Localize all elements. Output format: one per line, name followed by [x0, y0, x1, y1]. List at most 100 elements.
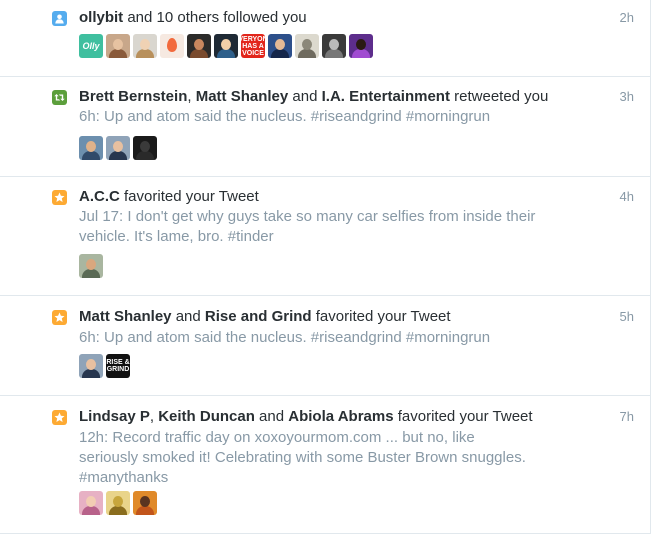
avatar-row: RISE & GRIND — [79, 354, 130, 378]
action-text: and 10 others followed you — [123, 9, 307, 26]
tweet-line: seriously smoked it! Celebrating with so… — [79, 449, 526, 466]
avatar-row — [79, 491, 157, 515]
avatar-body — [298, 49, 316, 58]
joiner-text: and — [254, 408, 289, 425]
avatar-6[interactable] — [214, 34, 238, 58]
user-name-link[interactable]: A.C.C — [79, 188, 120, 205]
retweet-icon — [52, 90, 67, 105]
user-name-link[interactable]: Keith Duncan — [158, 408, 255, 425]
rise-grind-avatar[interactable]: RISE & GRIND — [106, 354, 130, 378]
user-name-link[interactable]: Rise and Grind — [205, 308, 312, 325]
avatar-body — [136, 151, 154, 160]
action-text: retweeted you — [449, 88, 549, 105]
avatar-row — [79, 136, 157, 160]
avatar-8[interactable] — [268, 34, 292, 58]
avatar-face — [86, 359, 96, 370]
avatar-2[interactable] — [106, 34, 130, 58]
joiner-text: , — [149, 408, 159, 425]
everyone-avatar[interactable]: EVERYONE HAS A VOICE — [241, 34, 265, 58]
user-name-link[interactable]: ollybit — [79, 9, 123, 26]
tweet-line: 12h: Record traffic day on xoxoyourmom.c… — [79, 429, 475, 446]
keith-avatar[interactable] — [106, 491, 130, 515]
timestamp[interactable]: 3h — [620, 88, 634, 106]
tweet-text[interactable]: 12h: Record traffic day on xoxoyourmom.c… — [79, 428, 559, 488]
timestamp[interactable]: 7h — [620, 408, 634, 426]
action-text: favorited your Tweet — [119, 188, 259, 205]
avatar-3[interactable] — [133, 34, 157, 58]
brett-avatar[interactable] — [79, 136, 103, 160]
tweet-text[interactable]: 6h: Up and atom said the nucleus. #risea… — [79, 328, 559, 348]
avatar-face — [140, 141, 150, 152]
notification-headline: Brett Bernstein, Matt Shanley and I.A. E… — [79, 87, 548, 107]
avatar-face — [113, 39, 123, 50]
avatar-body — [109, 151, 127, 160]
avatar-body — [190, 49, 208, 58]
notifications-feed: ollybit and 10 others followed you 2h Olly… — [0, 0, 651, 534]
matt-avatar[interactable] — [79, 354, 103, 378]
ia-avatar[interactable] — [133, 136, 157, 160]
avatar-body — [82, 506, 100, 515]
notification-item[interactable]: Brett Bernstein, Matt Shanley and I.A. E… — [0, 77, 650, 177]
notification-item[interactable]: A.C.C favorited your Tweet 4h Jul 17: I do… — [0, 177, 650, 296]
notification-item[interactable]: Lindsay P, Keith Duncan and Abiola Abram… — [0, 396, 650, 534]
egg-shape — [167, 38, 177, 52]
avatar-face — [302, 39, 312, 50]
joiner-text: and — [288, 88, 322, 105]
avatar-row: Olly EVERYONE HAS A VOICE — [79, 34, 373, 58]
notification-item[interactable]: ollybit and 10 others followed you 2h Olly… — [0, 0, 650, 77]
joiner-text: and — [171, 308, 205, 325]
timestamp[interactable]: 5h — [620, 308, 634, 326]
avatar-body — [136, 49, 154, 58]
tweet-line: 6h: Up and atom said the nucleus. #risea… — [79, 329, 491, 346]
avatar-body — [217, 49, 235, 58]
avatar-face — [113, 496, 123, 507]
avatar-body — [109, 49, 127, 58]
action-text: favorited your Tweet — [311, 308, 451, 325]
notification-headline: Matt Shanley and Rise and Grind favorite… — [79, 307, 451, 327]
notification-headline: Lindsay P, Keith Duncan and Abiola Abram… — [79, 407, 533, 427]
user-name-link[interactable]: Matt Shanley — [196, 88, 289, 105]
avatar-face — [140, 39, 150, 50]
avatar-11[interactable] — [349, 34, 373, 58]
olly-avatar[interactable]: Olly — [79, 34, 103, 58]
avatar-9[interactable] — [295, 34, 319, 58]
joiner-text: , — [187, 88, 196, 105]
avatar-body — [136, 506, 154, 515]
avatar-face — [356, 39, 366, 50]
tweet-line: vehicle. It's lame, bro. #tinder — [79, 228, 274, 245]
timestamp[interactable]: 4h — [620, 188, 634, 206]
tweet-text[interactable]: 6h: Up and atom said the nucleus. #risea… — [79, 107, 559, 127]
user-name-link[interactable]: Brett Bernstein — [79, 88, 187, 105]
notification-item[interactable]: Matt Shanley and Rise and Grind favorite… — [0, 296, 650, 396]
avatar-face — [275, 39, 285, 50]
tweet-line: 6h: Up and atom said the nucleus. #risea… — [79, 108, 491, 125]
tweet-line: #manythanks — [79, 469, 169, 486]
avatar-label: Olly — [82, 40, 100, 51]
abiola-avatar[interactable] — [133, 491, 157, 515]
avatar-body — [352, 49, 370, 58]
avatar-label: EVERYONE HAS A VOICE — [241, 35, 265, 57]
lindsay-avatar[interactable] — [79, 491, 103, 515]
timestamp[interactable]: 2h — [620, 9, 634, 27]
star-icon — [52, 310, 67, 325]
avatar-body — [82, 269, 100, 278]
acc-avatar[interactable] — [79, 254, 103, 278]
avatar-row — [79, 254, 103, 278]
star-icon — [52, 190, 67, 205]
avatar-body — [325, 49, 343, 58]
avatar-5[interactable] — [187, 34, 211, 58]
person-follow-icon — [52, 11, 67, 26]
user-name-link[interactable]: Abiola Abrams — [288, 408, 393, 425]
user-name-link[interactable]: Matt Shanley — [79, 308, 172, 325]
avatar-face — [86, 259, 96, 270]
matt-avatar[interactable] — [106, 136, 130, 160]
avatar-face — [140, 496, 150, 507]
avatar-body — [109, 506, 127, 515]
avatar-body — [271, 49, 289, 58]
user-name-link[interactable]: Lindsay P — [79, 408, 150, 425]
tweet-text[interactable]: Jul 17: I don't get why guys take so man… — [79, 207, 559, 247]
avatar-10[interactable] — [322, 34, 346, 58]
user-name-link[interactable]: I.A. Entertainment — [322, 88, 450, 105]
egg-avatar[interactable] — [160, 34, 184, 58]
notification-headline: ollybit and 10 others followed you — [79, 8, 307, 28]
